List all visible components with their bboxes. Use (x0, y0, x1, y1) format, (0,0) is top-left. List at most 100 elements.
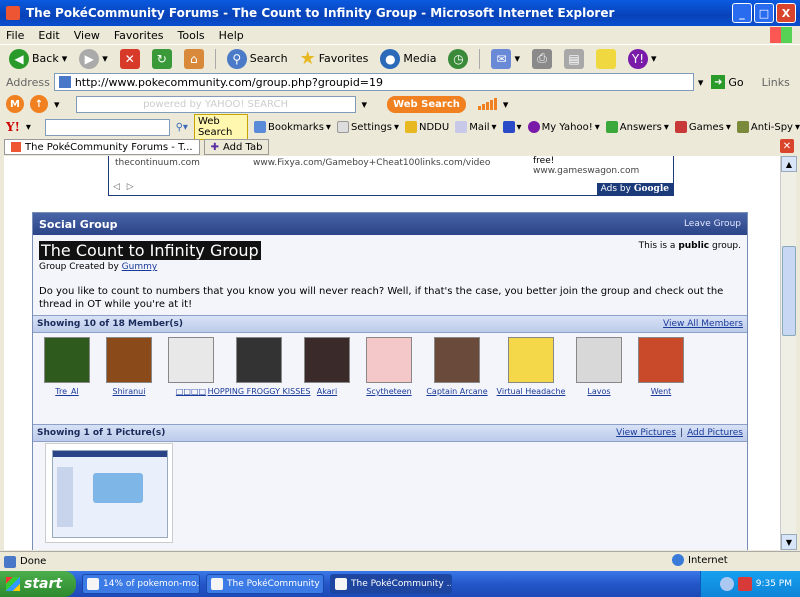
member-avatar[interactable] (304, 337, 350, 383)
yahoo-search-input[interactable]: powered by YAHOO! SEARCH (75, 95, 356, 113)
member-avatar[interactable] (366, 337, 412, 383)
member-item[interactable]: Went (637, 337, 685, 427)
notes-button[interactable] (593, 47, 619, 71)
creator-link[interactable]: Gummy (122, 262, 158, 272)
close-button[interactable]: X (776, 3, 796, 23)
refresh-button[interactable]: ↻ (149, 47, 175, 71)
mail-button[interactable]: ✉ ▾ (488, 47, 523, 71)
ad-link[interactable]: www.Fixya.com/Gameboy+Cheat100links.com/… (253, 158, 490, 168)
address-input[interactable]: http://www.pokecommunity.com/group.php?g… (53, 73, 694, 91)
mail-dropdown-icon[interactable]: ▾ (514, 52, 520, 65)
forward-dropdown-icon[interactable]: ▾ (102, 52, 108, 65)
games-button[interactable]: Games ▾ (674, 121, 731, 133)
member-avatar[interactable] (44, 337, 90, 383)
view-all-members-link[interactable]: View All Members (663, 319, 743, 329)
toolbar-dropdown-icon[interactable]: ▾ (54, 98, 60, 111)
m-logo-icon[interactable]: M (6, 95, 24, 113)
ad-link[interactable]: www.gameswagon.com (533, 166, 639, 176)
edit-button[interactable]: ▤ (561, 47, 587, 71)
member-item[interactable]: Scytheteen (365, 337, 413, 427)
member-avatar[interactable] (168, 337, 214, 383)
ad-link[interactable]: thecontinuum.com (115, 158, 200, 168)
bars-dropdown-icon[interactable]: ▾ (503, 98, 509, 111)
member-avatar[interactable] (576, 337, 622, 383)
member-avatar[interactable] (508, 337, 554, 383)
member-item[interactable]: Virtual Headache (497, 337, 565, 427)
add-tab-button[interactable]: ✚ Add Tab (203, 139, 270, 155)
anti-spy-button[interactable]: Anti-Spy ▾ (736, 121, 800, 133)
minimize-button[interactable]: _ (732, 3, 752, 23)
print-button[interactable]: ⎙ (529, 47, 555, 71)
up-arrow-icon[interactable]: ↑ (30, 95, 48, 113)
nddu-button[interactable]: NDDU (404, 121, 449, 133)
scroll-thumb[interactable] (782, 246, 796, 336)
view-pictures-link[interactable]: View Pictures (616, 428, 676, 438)
member-name-link[interactable]: HOPPING FROGGY KISSES (208, 387, 311, 396)
member-name-link[interactable]: Lavos (587, 387, 610, 396)
taskbar-item-active[interactable]: The PokéCommunity ... (330, 574, 452, 594)
tray-m-icon[interactable] (737, 577, 752, 591)
search-button[interactable]: ⚲ Search (224, 47, 291, 71)
leave-group-link[interactable]: Leave Group (684, 219, 741, 229)
back-dropdown-icon[interactable]: ▾ (62, 52, 68, 65)
plus-button[interactable]: ▾ (502, 121, 522, 133)
yahoo-logo-dropdown-icon[interactable]: ▾ (26, 122, 31, 133)
member-name-link[interactable]: □□□□ (176, 387, 206, 396)
links-button[interactable]: Links (762, 76, 790, 89)
tab-current[interactable]: The PokéCommunity Forums - T... (4, 139, 200, 155)
maximize-button[interactable]: □ (754, 3, 774, 23)
group-picture-thumbnail[interactable] (45, 443, 173, 543)
clock[interactable]: 9:35 PM (756, 579, 792, 589)
media-button[interactable]: ● Media (377, 47, 439, 71)
member-avatar[interactable] (638, 337, 684, 383)
member-name-link[interactable]: Shiranui (113, 387, 146, 396)
settings-button[interactable]: Settings ▾ (336, 121, 399, 133)
member-avatar[interactable] (106, 337, 152, 383)
member-avatar[interactable] (434, 337, 480, 383)
taskbar-item[interactable]: The PokéCommunity ... (206, 574, 324, 594)
add-pictures-link[interactable]: Add Pictures (687, 428, 743, 438)
yahoo-toolbar-search-input[interactable] (44, 118, 170, 136)
vertical-scrollbar[interactable]: ▲ ▼ (780, 156, 797, 550)
member-item[interactable]: □□□□ (167, 337, 215, 427)
member-name-link[interactable]: Tre_Al (55, 387, 78, 396)
start-button[interactable]: start (0, 571, 76, 597)
member-item[interactable]: Tre_Al (43, 337, 91, 427)
forward-button[interactable]: ▶ ▾ (76, 47, 111, 71)
menu-file[interactable]: File (6, 29, 24, 42)
ad-nav-arrows[interactable]: ◁ ▷ (113, 182, 136, 192)
history-button[interactable]: ◷ (445, 47, 471, 71)
member-avatar[interactable] (236, 337, 282, 383)
stop-button[interactable]: ✕ (117, 47, 143, 71)
home-button[interactable]: ⌂ (181, 47, 207, 71)
scroll-up-icon[interactable]: ▲ (781, 156, 797, 172)
search-dropdown-icon[interactable]: ▾ (362, 98, 368, 111)
ads-by-google[interactable]: Ads by Google (596, 183, 673, 195)
security-zone[interactable]: Internet (672, 554, 728, 566)
window-title-bar[interactable]: The PokéCommunity Forums - The Count to … (0, 0, 800, 26)
close-tab-icon[interactable]: ✕ (780, 139, 794, 153)
taskbar-item[interactable]: 14% of pokemon-mo... (82, 574, 200, 594)
member-item[interactable]: Lavos (575, 337, 623, 427)
web-search-button[interactable]: Web Search (387, 95, 466, 113)
member-item[interactable]: Captain Arcane (426, 337, 488, 427)
member-name-link[interactable]: Scytheteen (366, 387, 411, 396)
yahoo-mail-button[interactable]: Mail ▾ (455, 121, 497, 133)
my-yahoo-button[interactable]: My Yahoo! ▾ (527, 121, 600, 133)
menu-help[interactable]: Help (219, 29, 244, 42)
magnifier-icon[interactable]: ⚲▾ (176, 122, 188, 133)
signal-bars-icon[interactable] (477, 98, 497, 110)
go-button[interactable]: ➜ Go (711, 75, 744, 89)
scroll-down-icon[interactable]: ▼ (781, 534, 797, 550)
tray-arrow-icon[interactable] (719, 577, 734, 591)
menu-view[interactable]: View (74, 29, 100, 42)
favorites-button[interactable]: ★ Favorites (297, 47, 372, 71)
member-name-link[interactable]: Captain Arcane (426, 387, 487, 396)
yahoo-toolbar-button[interactable]: Y! ▾ (625, 47, 660, 71)
answers-button[interactable]: Answers ▾ (605, 121, 669, 133)
yahoo-dropdown-icon[interactable]: ▾ (651, 52, 657, 65)
bookmarks-button[interactable]: Bookmarks ▾ (254, 121, 331, 133)
menu-tools[interactable]: Tools (178, 29, 205, 42)
address-dropdown-icon[interactable]: ▾ (698, 76, 704, 89)
member-name-link[interactable]: Akari (317, 387, 337, 396)
